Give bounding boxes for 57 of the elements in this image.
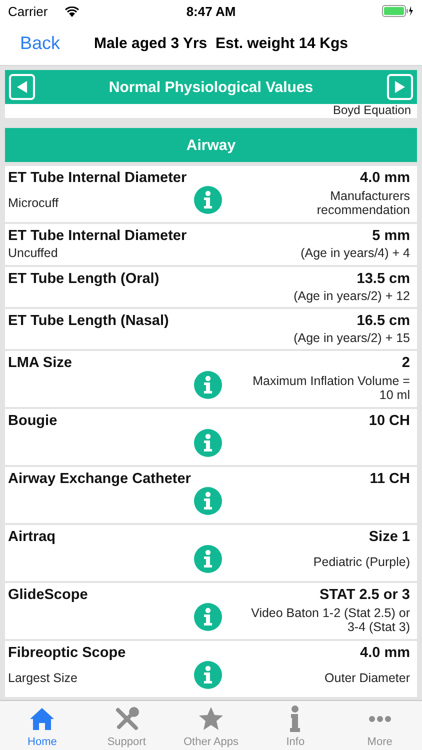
- section-title: Normal Physiological Values: [108, 78, 314, 96]
- row-note: Video Baton 1-2 (Stat 2.5) or 3-4 (Stat 3): [250, 606, 410, 634]
- row-name: ET Tube Length (Oral): [8, 271, 160, 287]
- info-icon[interactable]: [194, 603, 222, 631]
- right-triangle-icon: [394, 80, 406, 94]
- info-icon[interactable]: [194, 371, 222, 399]
- row-subtitle: Uncuffed: [8, 246, 58, 260]
- row-subtitle: Largest Size: [8, 670, 78, 684]
- row-name: GlideScope: [8, 587, 88, 603]
- row-name: Airway Exchange Catheter: [8, 471, 191, 487]
- row-subtitle: Microcuff: [8, 196, 58, 210]
- carrier-label: Carrier: [8, 4, 48, 18]
- row-name: ET Tube Internal Diameter: [8, 170, 187, 186]
- previous-button[interactable]: [9, 74, 35, 100]
- row-note: (Age in years/2) + 12: [294, 288, 410, 302]
- row-value: 13.5 cm: [356, 271, 410, 287]
- row-value: Size 1: [368, 529, 410, 545]
- row-note: (Age in years/2) + 15: [294, 330, 410, 344]
- row-note: Maximum Inflation Volume = 10 ml: [252, 374, 410, 402]
- row-name: ET Tube Length (Nasal): [8, 313, 169, 329]
- more-icon: [368, 716, 392, 722]
- row-note: (Age in years/4) + 4: [300, 246, 410, 260]
- left-triangle-icon: [16, 80, 28, 94]
- tab-bar-item[interactable]: Home: [0, 701, 84, 750]
- nav-title: Male aged 3 Yrs Est. weight 14 Kgs: [94, 35, 348, 52]
- row-value: STAT 2.5 or 3: [319, 587, 410, 603]
- row-note: Manufacturers recommendation: [316, 188, 410, 216]
- row-name: Airtraq: [8, 529, 56, 545]
- row-value: 4.0 mm: [360, 170, 410, 186]
- tab-bar-item[interactable]: More: [338, 701, 422, 750]
- row-value: 2: [402, 355, 410, 371]
- info-icon[interactable]: [194, 545, 222, 573]
- row-value: 11 CH: [370, 471, 410, 487]
- row-value: 10 CH: [368, 413, 410, 429]
- row-note: Outer Diameter: [324, 670, 410, 684]
- row-name: ET Tube Internal Diameter: [8, 228, 187, 244]
- battery-icon: [382, 5, 414, 17]
- info-icon[interactable]: [194, 186, 222, 214]
- tab-bar-item[interactable]: Support: [84, 701, 169, 750]
- row-name: Fibreoptic Scope: [8, 645, 126, 661]
- row-name: LMA Size: [8, 355, 72, 371]
- status-time: 8:47 AM: [186, 4, 236, 18]
- next-button[interactable]: [387, 74, 413, 100]
- info-icon[interactable]: [194, 661, 222, 689]
- group-header: Airway: [5, 128, 417, 162]
- row-value: 5 mm: [372, 228, 410, 244]
- row-name: Bougie: [8, 413, 58, 429]
- info-icon[interactable]: [194, 429, 222, 457]
- tab-bar-item[interactable]: Info: [253, 701, 338, 750]
- row-value: 16.5 cm: [356, 313, 410, 329]
- back-link[interactable]: Back: [20, 33, 60, 54]
- row-note: Boyd Equation: [332, 104, 411, 117]
- tab-bar-item[interactable]: Other Apps: [168, 701, 254, 750]
- info-icon[interactable]: [194, 487, 222, 515]
- row-value: 4.0 mm: [360, 645, 410, 661]
- wifi-icon: [64, 5, 80, 17]
- row-note: Pediatric (Purple): [313, 554, 410, 568]
